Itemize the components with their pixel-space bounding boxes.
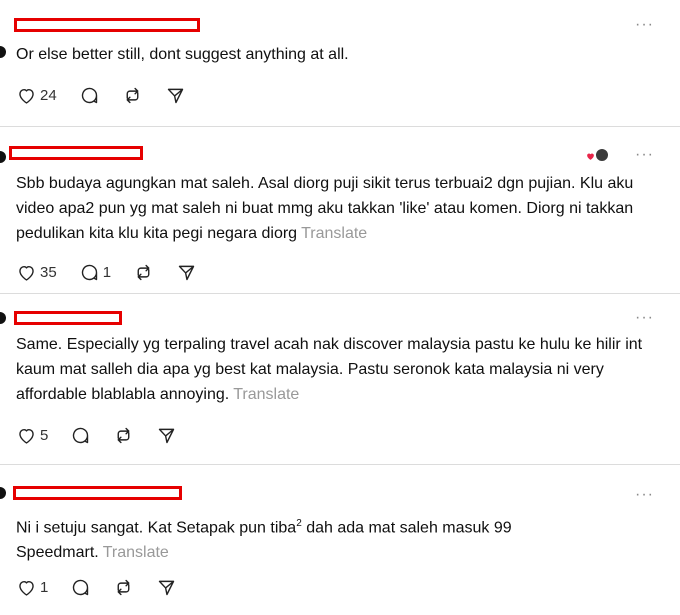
share-button[interactable]	[176, 262, 197, 283]
like-count: 1	[40, 578, 49, 596]
reply-avatars	[586, 147, 616, 165]
redacted-username	[9, 146, 143, 160]
avatar-edge	[0, 487, 6, 499]
redacted-username	[13, 486, 182, 500]
reply-button[interactable]	[70, 425, 91, 446]
like-button[interactable]: 1	[16, 577, 48, 598]
post-2: ··· Sbb budaya agungkan mat saleh. Asal …	[0, 127, 680, 293]
avatar-edge	[0, 151, 6, 163]
heart-icon	[19, 428, 34, 444]
heart-icon	[19, 580, 34, 596]
more-options-button[interactable]: ···	[635, 147, 654, 163]
like-button[interactable]: 5	[16, 425, 48, 446]
post-body: Same. Especially yg terpaling travel aca…	[16, 336, 643, 403]
share-button[interactable]	[165, 85, 186, 106]
post-actions: 35 1	[16, 260, 219, 284]
reply-button[interactable]	[70, 577, 91, 598]
like-count: 24	[40, 86, 57, 104]
post-text: Ni i setuju sangat. Kat Setapak pun tiba…	[16, 511, 654, 565]
post-3: ··· Same. Especially yg terpaling travel…	[0, 294, 680, 464]
avatar-edge	[0, 312, 6, 324]
translate-link[interactable]: Translate	[233, 386, 299, 403]
like-count: 5	[40, 426, 49, 444]
repost-button[interactable]	[133, 262, 154, 283]
send-icon	[159, 428, 175, 443]
share-button[interactable]	[156, 577, 177, 598]
repost-button[interactable]	[113, 577, 134, 598]
more-options-button[interactable]: ···	[635, 310, 654, 326]
post-actions: 24	[16, 83, 208, 107]
post-body-start: Ni i setuju sangat. Kat Setapak pun tiba	[16, 519, 297, 537]
heart-icon	[19, 265, 34, 281]
speech-bubble-icon	[81, 87, 97, 103]
send-icon	[167, 88, 183, 103]
reply-button[interactable]	[79, 85, 100, 106]
avatar	[594, 147, 610, 163]
post-4: ··· Ni i setuju sangat. Kat Setapak pun …	[0, 465, 680, 615]
more-options-button[interactable]: ···	[635, 487, 654, 503]
speech-bubble-icon	[81, 264, 97, 280]
repost-icon	[137, 264, 150, 280]
speech-bubble-icon	[73, 427, 89, 443]
repost-button[interactable]	[113, 425, 134, 446]
reply-count: 1	[102, 263, 112, 281]
redacted-username	[14, 18, 200, 32]
like-count: 35	[40, 263, 57, 281]
send-icon	[159, 580, 175, 595]
more-options-button[interactable]: ···	[635, 17, 654, 33]
redacted-username	[14, 311, 122, 325]
translate-link[interactable]: Translate	[103, 544, 169, 561]
post-actions: 1	[16, 575, 199, 599]
heart-icon	[19, 88, 34, 104]
translate-link[interactable]: Translate	[301, 225, 367, 242]
like-button[interactable]: 24	[16, 85, 57, 106]
post-1: ··· Or else better still, dont suggest a…	[0, 0, 680, 126]
repost-icon	[117, 427, 130, 443]
send-icon	[178, 265, 195, 280]
post-text: Sbb budaya agungkan mat saleh. Asal dior…	[16, 171, 654, 246]
post-text: Or else better still, dont suggest anyth…	[16, 46, 349, 63]
like-button[interactable]: 35	[16, 262, 57, 283]
repost-icon	[126, 87, 139, 103]
post-text: Same. Especially yg terpaling travel aca…	[16, 332, 654, 407]
repost-button[interactable]	[122, 85, 143, 106]
avatar-edge	[0, 46, 6, 58]
reply-button[interactable]: 1	[79, 262, 111, 283]
speech-bubble-icon	[73, 579, 89, 595]
share-button[interactable]	[156, 425, 177, 446]
repost-icon	[117, 579, 130, 595]
post-actions: 5	[16, 423, 199, 447]
